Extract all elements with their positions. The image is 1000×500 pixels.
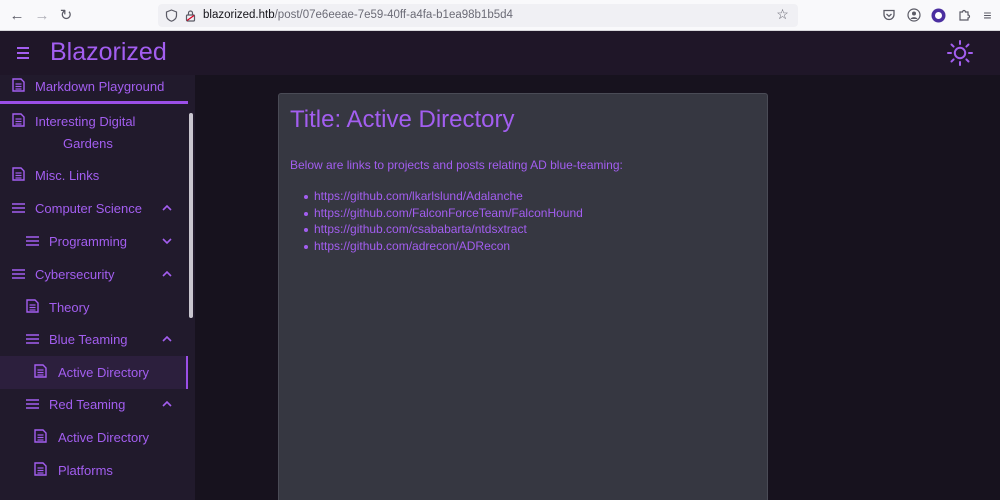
nav-divider: [0, 101, 188, 104]
sidebar-item-label: Active Directory: [58, 430, 150, 445]
document-icon: [12, 167, 25, 181]
link-adrecon[interactable]: https://github.com/adrecon/ADRecon: [290, 239, 583, 256]
sidebar-item-markdown-playground[interactable]: Markdown Playground: [0, 75, 188, 99]
sidebar-item-label: Active Directory: [58, 365, 150, 380]
hamburger-menu-icon[interactable]: [14, 42, 36, 64]
bookmark-star-icon[interactable]: ☆: [776, 7, 789, 21]
sidebar-item-theory[interactable]: Theory: [0, 297, 188, 319]
sidebar-item-cybersecurity[interactable]: Cybersecurity: [0, 264, 188, 286]
sidebar-item-active-directory-red[interactable]: Active Directory: [0, 427, 188, 449]
post-intro: Below are links to projects and posts re…: [290, 158, 623, 172]
forward-icon[interactable]: →: [33, 7, 51, 25]
extension-icon[interactable]: [931, 8, 946, 23]
link-falconhound[interactable]: https://github.com/FalconForceTeam/Falco…: [290, 206, 583, 223]
sidebar-item-label: Computer Science: [35, 201, 142, 216]
reload-icon[interactable]: ↻: [57, 7, 75, 25]
sun-theme-toggle-icon[interactable]: [946, 39, 974, 67]
document-icon: [34, 429, 47, 443]
list-icon: [26, 334, 39, 344]
app-title[interactable]: Blazorized: [50, 38, 167, 67]
chevron-up-icon[interactable]: [160, 267, 174, 281]
chevron-down-icon[interactable]: [160, 234, 174, 248]
url-text[interactable]: blazorized.htb/post/07e6eeae-7e59-40ff-a…: [203, 9, 513, 21]
sidebar-item-label: Cybersecurity: [35, 267, 115, 282]
list-icon: [12, 269, 25, 279]
sidebar-nav: Markdown Playground Interesting Digital …: [0, 75, 195, 500]
post-card: Title: Active Directory Below are links …: [278, 93, 768, 500]
list-icon: [12, 203, 25, 213]
sidebar-item-active-directory-blue[interactable]: Active Directory: [0, 356, 188, 389]
account-icon[interactable]: [906, 8, 921, 23]
chevron-up-icon[interactable]: [160, 201, 174, 215]
url-host: blazorized.htb: [203, 9, 275, 21]
list-icon: [26, 399, 39, 409]
document-icon: [26, 299, 39, 313]
extensions-puzzle-icon[interactable]: [956, 8, 971, 23]
link-list: https://github.com/lkarlslund/Adalanche …: [290, 189, 583, 255]
sidebar-item-label: Misc. Links: [35, 168, 100, 183]
document-icon: [12, 78, 25, 92]
back-icon[interactable]: ←: [8, 7, 26, 25]
chevron-up-icon[interactable]: [160, 397, 174, 411]
url-bar[interactable]: blazorized.htb/post/07e6eeae-7e59-40ff-a…: [158, 4, 798, 27]
link-ntdsxtract[interactable]: https://github.com/csababarta/ntdsxtract: [290, 222, 583, 239]
sidebar-item-misc-links[interactable]: Misc. Links: [0, 165, 188, 187]
pocket-icon[interactable]: [881, 8, 896, 23]
sidebar-item-label: Blue Teaming: [49, 332, 128, 347]
sidebar-item-platforms[interactable]: Platforms: [0, 460, 188, 482]
sidebar-item-label: Red Teaming: [49, 397, 126, 412]
list-icon: [26, 236, 39, 246]
sidebar-item-interesting-digital-gardens[interactable]: Interesting Digital Gardens: [0, 111, 188, 153]
app-bar: Blazorized: [0, 31, 1000, 75]
sidebar-item-blue-teaming[interactable]: Blue Teaming: [0, 329, 188, 351]
sidebar-item-label-line2: Gardens: [63, 136, 113, 151]
lock-icon[interactable]: [184, 9, 197, 22]
sidebar-item-computer-science[interactable]: Computer Science: [0, 198, 188, 220]
sidebar-item-programming[interactable]: Programming: [0, 231, 188, 253]
shield-icon[interactable]: [165, 9, 178, 22]
document-icon: [34, 462, 47, 476]
document-icon: [12, 113, 25, 127]
post-title: Title: Active Directory: [290, 106, 515, 133]
app-menu-icon[interactable]: ≡: [980, 8, 995, 23]
document-icon: [34, 364, 47, 378]
sidebar-item-red-teaming[interactable]: Red Teaming: [0, 394, 188, 416]
sidebar-item-label: Programming: [49, 234, 128, 249]
chevron-up-icon[interactable]: [160, 332, 174, 346]
url-path: /post/07e6eeae-7e59-40ff-a4fa-b1ea98b1b5…: [274, 9, 513, 21]
sidebar-item-label: Interesting Digital: [35, 114, 136, 129]
link-adalanche[interactable]: https://github.com/lkarlslund/Adalanche: [290, 189, 583, 206]
sidebar-item-label: Theory: [49, 300, 90, 315]
sidebar-item-label: Markdown Playground: [35, 79, 165, 94]
sidebar-scrollbar[interactable]: [189, 113, 193, 318]
browser-toolbar: ← → ↻ blazorized.htb/post/07e6eeae-7e59-…: [0, 0, 1000, 31]
sidebar-item-label: Platforms: [58, 463, 113, 478]
